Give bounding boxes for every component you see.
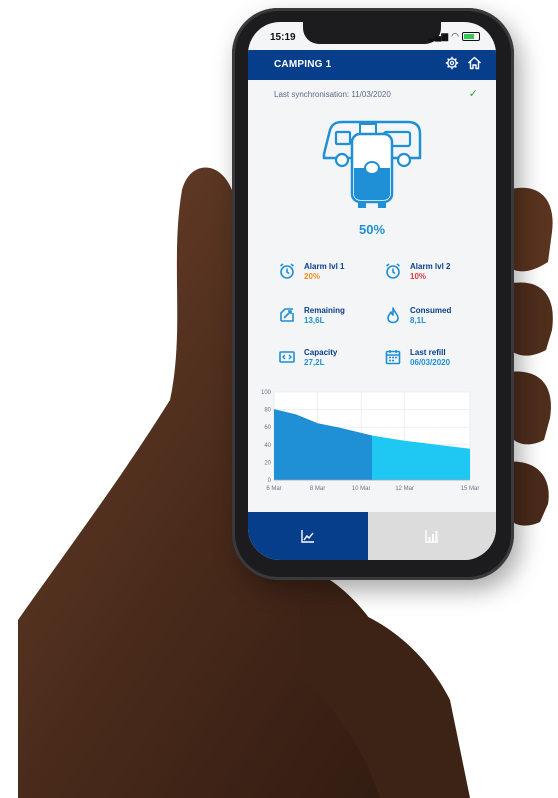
- y-tick-label: 20: [264, 460, 271, 466]
- signal-icon: ▂▄▆: [427, 31, 449, 41]
- metric-value: 10%: [410, 272, 427, 281]
- metric-consumed: Consumed 8,1L: [384, 306, 451, 326]
- wifi-icon: ◠: [451, 31, 459, 41]
- metric-label: Capacity: [304, 348, 338, 357]
- x-tick-label: 12 Mar: [395, 486, 414, 492]
- calendar-icon: [385, 350, 401, 365]
- chart-icon: [301, 530, 314, 543]
- bar-chart-icon: [425, 530, 438, 543]
- y-tick-label: 80: [264, 408, 271, 414]
- metric-remaining: Remaining 13,6L: [278, 306, 345, 326]
- y-tick-label: 100: [261, 390, 272, 396]
- metric-alarm-1: Alarm lvl 1 20%: [278, 262, 344, 282]
- metric-value: 13,6L: [304, 316, 325, 325]
- metric-last-refill: Last refill 06/03/2020: [384, 348, 450, 368]
- metric-label: Alarm lvl 1: [304, 262, 345, 271]
- level-history-chart: 100 80 60 40 20 0 6 Mar 8 Mar 10 Mar 12 Mar 15 Mar: [261, 390, 480, 492]
- y-tick-label: 40: [264, 443, 271, 449]
- bottom-tab-bar: [248, 512, 496, 560]
- y-tick-label: 0: [268, 478, 272, 484]
- check-icon: ✓: [468, 88, 478, 100]
- app-header: CAMPING 1: [248, 50, 496, 80]
- tab-line-chart[interactable]: [248, 512, 368, 560]
- phone-notch: [303, 22, 441, 44]
- gas-tank-illustration: [322, 120, 422, 208]
- alarm-clock-icon: [280, 263, 294, 279]
- x-tick-label: 6 Mar: [266, 486, 281, 492]
- x-tick-label: 10 Mar: [352, 486, 371, 492]
- metric-value: 06/03/2020: [410, 358, 451, 367]
- x-tick-label: 8 Mar: [310, 486, 325, 492]
- tab-bar-chart[interactable]: [368, 512, 496, 560]
- sync-status: Last synchronisation: 11/03/2020: [274, 90, 391, 99]
- tank-level-percent: 50%: [358, 222, 386, 237]
- alarm-clock-icon: [386, 263, 400, 279]
- metric-capacity: Capacity 27,2L: [278, 348, 337, 368]
- metric-value: 20%: [304, 272, 321, 281]
- metric-value: 8,1L: [410, 316, 427, 325]
- status-time: 15:19: [270, 32, 296, 43]
- metric-label: Remaining: [304, 306, 345, 315]
- metric-label: Alarm lvl 2: [410, 262, 451, 271]
- battery-icon: [462, 32, 480, 41]
- metric-label: Last refill: [410, 348, 446, 357]
- remaining-icon: [280, 308, 294, 322]
- metric-alarm-2: Alarm lvl 2 10%: [384, 262, 450, 282]
- metric-label: Consumed: [410, 306, 452, 315]
- capacity-icon: [279, 351, 295, 363]
- flame-icon: [387, 307, 399, 324]
- y-tick-label: 60: [264, 425, 271, 431]
- metric-value: 27,2L: [304, 358, 325, 367]
- x-tick-label: 15 Mar: [461, 486, 480, 492]
- status-icons: ▂▄▆ ◠: [428, 31, 480, 42]
- gear-icon[interactable]: [445, 56, 459, 70]
- phone-screen: 15:19 ▂▄▆ ◠ CAMPING 1 Last synchronisati…: [248, 22, 496, 560]
- page-title: CAMPING 1: [274, 59, 332, 70]
- home-icon[interactable]: [467, 56, 482, 70]
